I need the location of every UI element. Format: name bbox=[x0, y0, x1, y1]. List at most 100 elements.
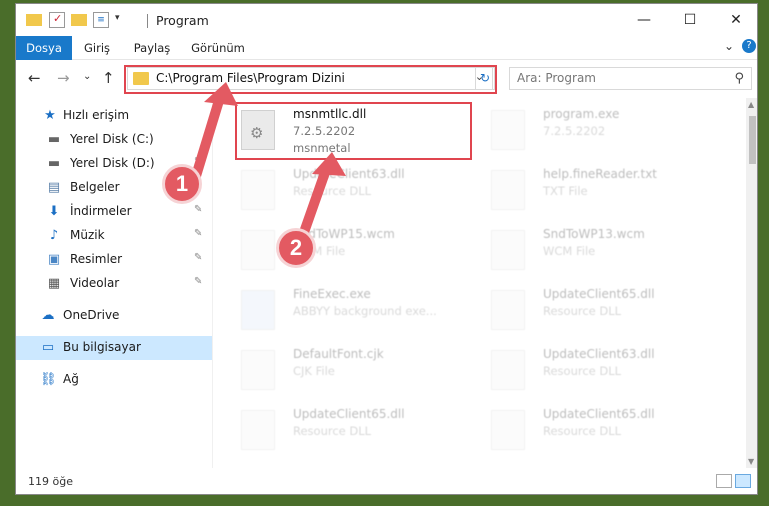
file-item[interactable]: SndToWP13.wcm WCM File bbox=[483, 224, 723, 276]
dll-file-icon bbox=[491, 350, 525, 390]
sidebar-item-this-pc[interactable]: ▭ Bu bilgisayar bbox=[16, 336, 212, 360]
file-name: UpdateClient63.dll bbox=[543, 347, 655, 361]
pictures-icon: ▣ bbox=[47, 252, 61, 267]
file-item[interactable]: help.fineReader.txt TXT File bbox=[483, 164, 723, 216]
sidebar-item-label: OneDrive bbox=[63, 308, 120, 322]
music-icon: ♪ bbox=[49, 228, 59, 243]
exe-file-icon bbox=[491, 110, 525, 150]
sidebar-item-network[interactable]: ⛓ Ağ bbox=[16, 368, 212, 392]
file-type: Resource DLL bbox=[293, 424, 372, 438]
recent-locations-button[interactable]: ⌄ bbox=[83, 71, 91, 82]
file-item[interactable]: FineExec.exe ABBYY background exe... bbox=[233, 284, 473, 336]
search-input[interactable]: Ara: Program ⚲ bbox=[509, 67, 752, 90]
tab-gorunum[interactable]: Görünüm bbox=[186, 36, 250, 60]
divider bbox=[212, 98, 213, 468]
videos-icon: ▦ bbox=[47, 276, 61, 291]
network-icon: ⛓ bbox=[40, 372, 57, 387]
file-name: help.fineReader.txt bbox=[543, 167, 657, 181]
up-button[interactable]: ↑ bbox=[102, 69, 115, 87]
file-item[interactable]: UpdateClient65.dll Resource DLL bbox=[233, 404, 473, 456]
file-version: 7.2.5.2202 bbox=[543, 124, 606, 138]
status-bar: 119 öğe bbox=[16, 468, 757, 494]
divider bbox=[147, 14, 148, 28]
details-view-icon[interactable] bbox=[716, 474, 732, 488]
sidebar-item-label: Ağ bbox=[63, 372, 79, 386]
file-name: UpdateClient63.dll bbox=[293, 167, 405, 181]
file-name: UpdateClient65.dll bbox=[293, 407, 405, 421]
disk-icon: ▬ bbox=[47, 132, 61, 147]
folder-icon bbox=[26, 14, 42, 26]
file-icon bbox=[491, 230, 525, 270]
sidebar-item-resimler[interactable]: ▣ Resimler ✎ bbox=[16, 248, 212, 272]
star-icon: ★ bbox=[44, 108, 56, 123]
close-button[interactable]: ✕ bbox=[713, 4, 757, 36]
large-icons-view-icon[interactable] bbox=[735, 474, 751, 488]
scroll-up-icon[interactable]: ▲ bbox=[748, 100, 754, 109]
file-item[interactable]: SndToWP15.wcm WCM File bbox=[233, 224, 473, 276]
chevron-down-icon[interactable]: ▾ bbox=[115, 13, 131, 29]
vertical-scrollbar[interactable]: ▲ ▼ bbox=[746, 98, 757, 468]
sidebar-item-quick-access[interactable]: ★ Hızlı erişim bbox=[16, 104, 212, 128]
dll-file-icon bbox=[241, 170, 275, 210]
file-item[interactable]: UpdateClient65.dll Resource DLL bbox=[483, 284, 723, 336]
dll-file-icon bbox=[491, 290, 525, 330]
file-type: Resource DLL bbox=[293, 184, 372, 198]
sidebar-item-label: İndirmeler bbox=[70, 204, 132, 218]
explorer-window: ✓ ≡ ▾ Program — ☐ ✕ Dosya Giriş Paylaş G… bbox=[15, 3, 758, 495]
scroll-down-icon[interactable]: ▼ bbox=[748, 457, 754, 466]
tab-dosya[interactable]: Dosya bbox=[16, 36, 72, 60]
file-type: Resource DLL bbox=[543, 364, 622, 378]
new-folder-icon[interactable] bbox=[71, 14, 87, 26]
sidebar-item-onedrive[interactable]: ☁ OneDrive bbox=[16, 304, 212, 328]
file-item[interactable]: program.exe 7.2.5.2202 bbox=[483, 104, 723, 156]
customize-toolbar-icon[interactable]: ≡ bbox=[93, 12, 109, 28]
sidebar-item-local-disk-c[interactable]: ▬ Yerel Disk (C:) bbox=[16, 128, 212, 152]
back-button[interactable]: ← bbox=[28, 69, 41, 87]
address-highlight-box bbox=[124, 65, 497, 94]
file-type: Resource DLL bbox=[543, 304, 622, 318]
search-placeholder: Ara: Program bbox=[517, 71, 596, 85]
sidebar-item-label: Belgeler bbox=[70, 180, 120, 194]
exe-file-icon bbox=[241, 290, 275, 330]
txt-file-icon bbox=[491, 170, 525, 210]
file-icon bbox=[241, 230, 275, 270]
file-item[interactable]: DefaultFont.cjk CJK File bbox=[233, 344, 473, 396]
sidebar-item-videolar[interactable]: ▦ Videolar ✎ bbox=[16, 272, 212, 296]
minimize-button[interactable]: — bbox=[621, 4, 667, 36]
file-type: TXT File bbox=[543, 184, 588, 198]
help-icon[interactable]: ? bbox=[742, 39, 756, 53]
pin-icon[interactable]: ✎ bbox=[194, 156, 202, 167]
computer-icon: ▭ bbox=[41, 340, 55, 355]
pin-icon[interactable]: ✎ bbox=[194, 204, 202, 215]
file-icon bbox=[241, 350, 275, 390]
sidebar-item-muzik[interactable]: ♪ Müzik ✎ bbox=[16, 224, 212, 248]
pin-icon[interactable]: ✎ bbox=[194, 276, 202, 287]
item-count: 119 öğe bbox=[28, 475, 73, 488]
tab-giris[interactable]: Giriş bbox=[76, 36, 118, 60]
forward-button[interactable]: → bbox=[57, 69, 70, 87]
file-name: DefaultFont.cjk bbox=[293, 347, 384, 361]
file-name: SndToWP13.wcm bbox=[543, 227, 645, 241]
sidebar-item-label: Müzik bbox=[70, 228, 105, 242]
step-badge-2: 2 bbox=[276, 228, 316, 268]
documents-icon: ▤ bbox=[47, 180, 61, 195]
tab-paylas[interactable]: Paylaş bbox=[127, 36, 177, 60]
properties-icon[interactable]: ✓ bbox=[49, 12, 65, 28]
file-type: Resource DLL bbox=[543, 424, 622, 438]
file-item[interactable]: UpdateClient65.dll Resource DLL bbox=[483, 404, 723, 456]
expand-ribbon-icon[interactable]: ⌄ bbox=[724, 39, 734, 53]
step-badge-1: 1 bbox=[162, 164, 202, 204]
maximize-button[interactable]: ☐ bbox=[667, 4, 713, 36]
file-type: CJK File bbox=[293, 364, 335, 378]
search-icon: ⚲ bbox=[734, 71, 744, 86]
file-item[interactable]: UpdateClient63.dll Resource DLL bbox=[483, 344, 723, 396]
file-item[interactable]: UpdateClient63.dll Resource DLL bbox=[233, 164, 473, 216]
sidebar-item-label: Yerel Disk (D:) bbox=[70, 156, 155, 170]
pin-icon[interactable]: ✎ bbox=[194, 252, 202, 263]
scroll-thumb[interactable] bbox=[749, 116, 756, 164]
disk-icon: ▬ bbox=[47, 156, 61, 171]
dll-file-icon bbox=[241, 410, 275, 450]
file-name: program.exe bbox=[543, 107, 620, 121]
pin-icon[interactable]: ✎ bbox=[194, 228, 202, 239]
sidebar-item-label: Hızlı erişim bbox=[63, 108, 130, 122]
